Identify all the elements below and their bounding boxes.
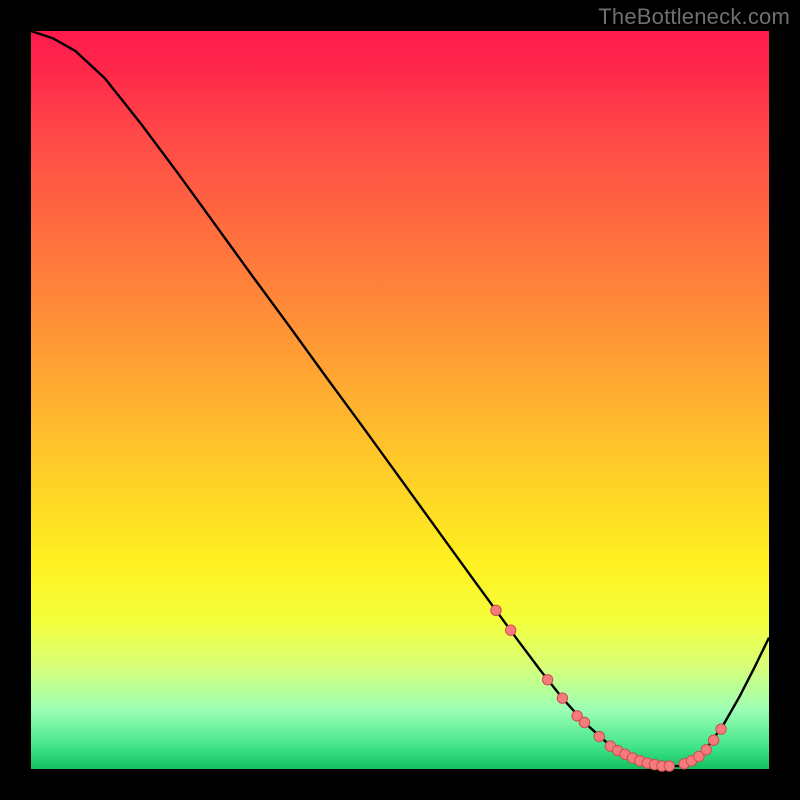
data-marker bbox=[557, 693, 567, 703]
data-marker bbox=[664, 761, 674, 771]
data-marker bbox=[701, 745, 711, 755]
data-marker bbox=[579, 717, 589, 727]
plot-area bbox=[31, 31, 769, 769]
data-marker bbox=[708, 735, 718, 745]
chart-frame: TheBottleneck.com bbox=[0, 0, 800, 800]
data-marker bbox=[716, 724, 726, 734]
data-markers bbox=[491, 605, 726, 771]
data-marker bbox=[506, 625, 516, 635]
bottleneck-curve bbox=[31, 31, 769, 766]
data-marker bbox=[542, 675, 552, 685]
data-marker bbox=[491, 605, 501, 615]
data-marker bbox=[594, 731, 604, 741]
watermark-text: TheBottleneck.com bbox=[598, 4, 790, 30]
bottleneck-curve-svg bbox=[31, 31, 769, 769]
